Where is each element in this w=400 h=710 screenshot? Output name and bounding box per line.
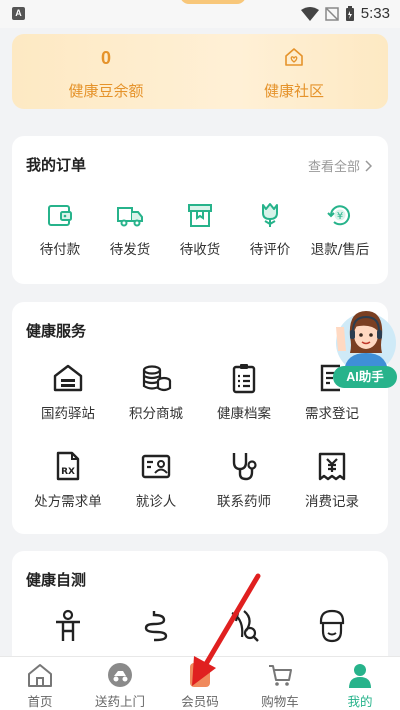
tab-label: 购物车: [261, 694, 299, 709]
points-card: 0 健康豆余额 健康社区: [12, 34, 388, 109]
tab-delivery[interactable]: 送药上门: [80, 657, 160, 710]
flower-icon: [262, 203, 278, 227]
order-refund[interactable]: ¥ 退款/售后: [301, 200, 379, 258]
notification-icon: A: [12, 7, 25, 20]
service-station[interactable]: 国药驿站: [29, 362, 107, 422]
ai-assistant-label: AI助手: [333, 366, 397, 388]
order-label: 待收货: [179, 242, 221, 258]
battery-icon: [345, 5, 354, 21]
points-balance-value: 0: [100, 48, 111, 68]
member-code-icon: [190, 663, 210, 687]
order-pending-receipt[interactable]: 待收货: [161, 200, 239, 258]
coins-icon: [142, 365, 172, 392]
service-label: 联系药师: [217, 494, 271, 510]
delivery-icon: [108, 663, 132, 687]
home-icon: [28, 664, 52, 687]
leaf-search-icon: [231, 610, 259, 642]
tab-label: 我的: [347, 694, 373, 709]
service-label: 国药驿站: [41, 406, 95, 422]
order-pending-shipment[interactable]: 待发货: [91, 200, 169, 258]
box-icon: [188, 204, 212, 227]
health-community[interactable]: 健康社区: [200, 34, 388, 109]
self-test-face[interactable]: [293, 609, 371, 643]
stethoscope-icon: [232, 453, 257, 481]
service-label: 积分商城: [129, 406, 183, 422]
svg-text:RX: RX: [61, 467, 75, 477]
service-label: 处方需求单: [34, 494, 102, 510]
tab-label: 送药上门: [94, 694, 145, 709]
receipt-icon: [318, 452, 346, 481]
service-label: 健康档案: [217, 406, 271, 422]
self-test-title: 健康自测: [26, 571, 87, 589]
face-icon: [319, 609, 345, 643]
tab-mine[interactable]: 我的: [320, 657, 400, 710]
bottom-tab-bar: 首页 送药上门 会员码 购物车 我的: [0, 656, 400, 710]
points-balance[interactable]: 0 健康豆余额: [12, 34, 200, 109]
truck-icon: [117, 207, 143, 227]
service-points-mall[interactable]: 积分商城: [117, 362, 195, 422]
view-all-orders-link[interactable]: 查看全部: [308, 156, 372, 175]
id-card-icon: [141, 454, 171, 479]
service-health-records[interactable]: 健康档案: [205, 362, 283, 422]
wifi-icon: [300, 6, 319, 21]
clipboard-icon: [232, 364, 256, 394]
order-label: 待付款: [39, 242, 81, 258]
station-icon: [53, 364, 83, 392]
home-heart-icon: [285, 48, 303, 66]
user-icon: [349, 664, 371, 688]
self-test-body[interactable]: [29, 609, 107, 643]
prescription-icon: RX: [56, 451, 80, 481]
cart-icon: [269, 665, 292, 686]
tab-cart[interactable]: 购物车: [240, 657, 320, 710]
view-all-label: 查看全部: [307, 160, 360, 175]
tab-home[interactable]: 首页: [0, 657, 80, 710]
points-balance-label: 健康豆余额: [68, 82, 144, 100]
service-consumption-records[interactable]: 消费记录: [293, 450, 371, 510]
status-bar: A 5:33: [0, 0, 400, 28]
service-patient[interactable]: 就诊人: [117, 450, 195, 510]
service-label: 就诊人: [135, 494, 177, 510]
service-contact-pharmacist[interactable]: 联系药师: [205, 450, 283, 510]
order-label: 待评价: [249, 242, 291, 258]
no-signal-icon: [325, 6, 339, 21]
order-pending-review[interactable]: 待评价: [231, 200, 309, 258]
top-banner-edge: [180, 0, 246, 4]
self-test-digestive[interactable]: [117, 609, 195, 643]
service-label: 需求登记: [305, 406, 359, 422]
service-label: 消费记录: [305, 494, 359, 510]
status-time: 5:33: [360, 5, 390, 22]
orders-card: 我的订单 查看全部 待付款 待发货 待收货 待评价 ¥ 退款/售后: [12, 136, 388, 284]
tab-label: 会员码: [181, 694, 219, 709]
intestine-icon: [144, 611, 168, 642]
body-icon: [56, 609, 80, 641]
svg-text:¥: ¥: [337, 211, 343, 222]
self-test-herbal[interactable]: [205, 609, 283, 643]
health-community-label: 健康社区: [263, 82, 324, 100]
ai-avatar-icon: [336, 311, 396, 373]
tab-label: 首页: [27, 694, 53, 709]
chevron-right-icon: [365, 159, 372, 172]
services-title: 健康服务: [26, 322, 87, 340]
self-test-card: 健康自测: [12, 551, 388, 671]
orders-title: 我的订单: [26, 156, 87, 174]
order-pending-payment[interactable]: 待付款: [21, 200, 99, 258]
service-prescription[interactable]: RX 处方需求单: [29, 450, 107, 510]
ai-assistant-button[interactable]: AI助手: [322, 305, 400, 388]
status-icons: 5:33: [300, 5, 390, 22]
tab-member-code[interactable]: 会员码: [160, 657, 240, 710]
refund-icon: ¥: [327, 205, 350, 226]
wallet-icon: [48, 205, 72, 226]
order-label: 退款/售后: [310, 242, 370, 258]
order-label: 待发货: [109, 242, 151, 258]
